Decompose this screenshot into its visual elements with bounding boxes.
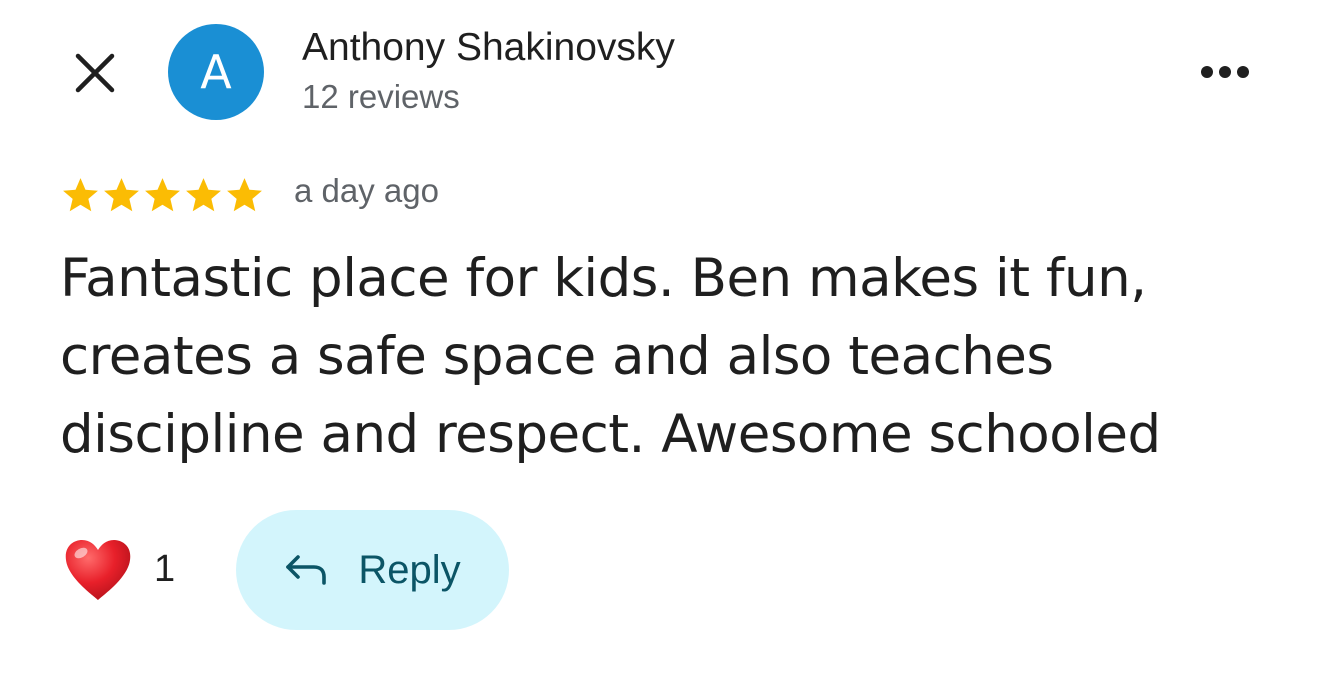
avatar[interactable]: A — [168, 24, 264, 120]
more-horizontal-icon — [1201, 66, 1249, 78]
review-text-line: Fantastic place for kids. Ben makes it f… — [60, 248, 1147, 309]
avatar-letter: A — [200, 45, 232, 99]
review-text: Fantastic place for kids. Ben makes it f… — [60, 240, 1240, 474]
star-icon — [104, 177, 139, 211]
more-options-button[interactable] — [1190, 52, 1260, 92]
review-text-line: creates a safe space and also teaches — [60, 326, 1054, 387]
review-count: 12 reviews — [302, 78, 460, 115]
star-icon — [63, 177, 98, 211]
reply-label: Reply — [358, 547, 461, 592]
like-button[interactable] — [58, 530, 138, 610]
review-text-line: discipline and respect. Awesome schooled — [60, 404, 1161, 465]
star-icon — [227, 177, 262, 211]
heart-icon — [65, 540, 131, 600]
like-count: 1 — [154, 548, 176, 590]
close-icon — [75, 53, 115, 93]
star-icon — [145, 177, 180, 211]
star-icon — [186, 177, 221, 211]
close-button[interactable] — [62, 40, 128, 106]
star-rating — [60, 170, 265, 220]
review-card: A Anthony Shakinovsky 12 reviews a day a… — [0, 0, 1320, 673]
reply-arrow-icon — [286, 555, 327, 585]
reply-button[interactable]: Reply — [236, 510, 509, 630]
author-name[interactable]: Anthony Shakinovsky — [302, 26, 675, 70]
review-time: a day ago — [294, 172, 439, 209]
